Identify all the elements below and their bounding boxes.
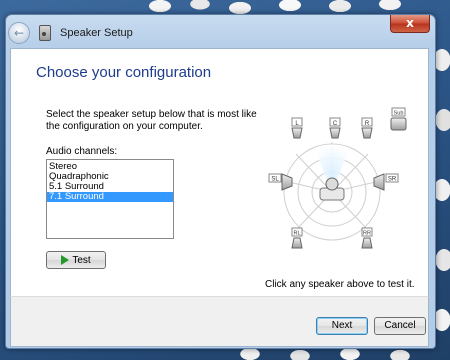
next-button[interactable]: Next <box>316 317 368 335</box>
speaker-label-sl: SL <box>271 177 279 183</box>
page-heading: Choose your configuration <box>36 64 212 81</box>
back-button[interactable]: ← <box>8 22 30 44</box>
speaker-label-rr: RR <box>363 231 371 237</box>
test-button-label: Test <box>72 254 91 266</box>
back-arrow-icon: ← <box>13 26 25 40</box>
speaker-label-sr: SR <box>388 177 397 183</box>
speaker-label-c: C <box>333 121 338 127</box>
cancel-button[interactable]: Cancel <box>374 317 426 335</box>
speaker-label-r: R <box>365 121 370 127</box>
speaker-app-icon <box>39 25 51 41</box>
speaker-rear-left[interactable]: RL <box>291 227 303 249</box>
window-title: Speaker Setup <box>60 27 133 39</box>
speaker-subwoofer[interactable]: Sub <box>390 107 407 131</box>
listener-icon <box>319 177 345 201</box>
instructions-text: Select the speaker setup below that is m… <box>46 109 257 132</box>
test-button[interactable]: Test <box>46 251 106 269</box>
speaker-rear-right[interactable]: RR <box>361 227 373 249</box>
close-button[interactable]: x <box>390 15 430 33</box>
speaker-label-rl: RL <box>293 231 300 237</box>
speaker-center[interactable]: C <box>329 117 341 139</box>
speaker-front-right[interactable]: R <box>361 117 373 139</box>
speaker-label-sub: Sub <box>394 111 404 117</box>
speaker-diagram: L C R Sub SL SR RL RR <box>268 107 407 249</box>
speaker-front-left[interactable]: L <box>291 117 303 139</box>
speaker-side-right[interactable]: SR <box>373 173 399 191</box>
audio-channels-label: Audio channels: <box>46 146 118 157</box>
audio-channels-listbox[interactable]: Stereo Quadraphonic 5.1 Surround 7.1 Sur… <box>46 159 174 239</box>
channel-option-7-1-surround[interactable]: 7.1 Surround <box>47 192 173 202</box>
play-icon <box>61 255 70 265</box>
test-hint-text: Click any speaker above to test it. <box>265 279 415 290</box>
speaker-side-left[interactable]: SL <box>268 173 293 191</box>
title-bar: ← Speaker Setup <box>8 22 388 44</box>
